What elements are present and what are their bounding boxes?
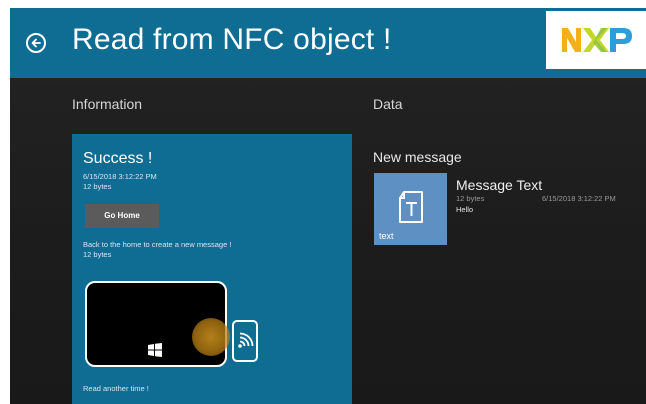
app-window: Read from NFC object ! Information Data … bbox=[10, 8, 646, 404]
touch-indicator bbox=[192, 318, 230, 356]
read-again-text: Read another time ! bbox=[83, 384, 149, 393]
message-title: Message Text bbox=[456, 177, 543, 193]
nxp-logo bbox=[546, 11, 646, 69]
windows-logo-icon bbox=[148, 343, 162, 357]
information-heading: Information bbox=[72, 96, 143, 112]
go-home-button[interactable]: Go Home bbox=[85, 204, 159, 228]
new-message-heading: New message bbox=[373, 149, 462, 165]
status-size: 12 bytes bbox=[83, 182, 112, 191]
status-text: Success ! bbox=[83, 150, 153, 167]
back-home-size: 12 bytes bbox=[83, 250, 112, 259]
message-tile[interactable]: text bbox=[374, 173, 447, 245]
tile-type-label: text bbox=[379, 231, 394, 241]
back-button[interactable] bbox=[26, 33, 46, 53]
information-panel: Success ! 6/15/2018 3:12:22 PM 12 bytes … bbox=[72, 134, 352, 404]
message-size: 12 bytes bbox=[456, 194, 485, 203]
message-date: 6/15/2018 3:12:22 PM bbox=[542, 194, 616, 203]
message-content: Hello bbox=[456, 205, 474, 214]
back-home-text: Back to the home to create a new message… bbox=[83, 240, 232, 249]
page-title: Read from NFC object ! bbox=[72, 23, 392, 56]
text-document-icon bbox=[399, 191, 423, 223]
arrow-left-circle-icon bbox=[31, 38, 41, 48]
nfc-tag bbox=[232, 320, 258, 362]
data-heading: Data bbox=[373, 96, 403, 112]
nfc-signal-icon bbox=[238, 332, 254, 348]
status-date: 6/15/2018 3:12:22 PM bbox=[83, 172, 157, 181]
